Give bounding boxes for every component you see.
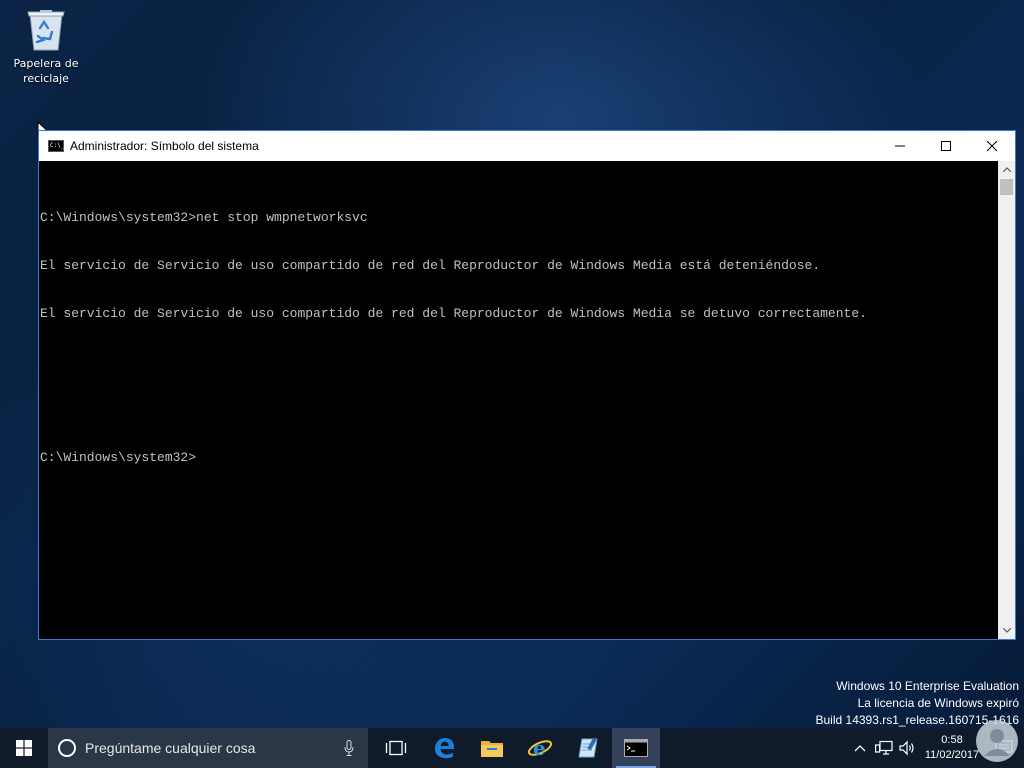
chevron-down-icon xyxy=(1002,628,1011,633)
taskbar: Pregúntame cualquier cosa e 0:58 11/02/2… xyxy=(0,728,1024,768)
window-title: Administrador: Símbolo del sistema xyxy=(70,139,259,153)
internet-explorer-icon: e xyxy=(527,736,553,760)
task-view-button[interactable] xyxy=(372,728,420,768)
notepad-icon xyxy=(578,737,598,758)
network-button[interactable] xyxy=(872,728,896,768)
show-hidden-icons-button[interactable] xyxy=(848,728,872,768)
close-icon xyxy=(987,141,997,151)
maximize-icon xyxy=(941,141,951,151)
minimize-button[interactable] xyxy=(877,131,923,161)
recycle-bin-label: Papelera de reciclaje xyxy=(13,57,79,85)
command-prompt-window[interactable]: C:\_ Administrador: Símbolo del sistema … xyxy=(38,130,1016,640)
edge-browser-icon xyxy=(435,738,454,759)
console-line: El servicio de Servicio de uso compartid… xyxy=(40,258,821,273)
vertical-scrollbar[interactable] xyxy=(998,161,1015,639)
chevron-up-icon xyxy=(1002,167,1011,172)
taskbar-app-file-explorer[interactable] xyxy=(468,728,516,768)
microphone-icon[interactable] xyxy=(344,740,354,756)
start-button[interactable] xyxy=(0,728,48,768)
task-view-icon xyxy=(385,740,407,756)
watermark-license: La licencia de Windows expiró xyxy=(857,696,1019,710)
speaker-icon xyxy=(899,740,914,756)
recycle-bin-icon xyxy=(27,10,65,51)
scroll-thumb[interactable] xyxy=(1000,179,1013,195)
console-output[interactable]: C:\Windows\system32>net stop wmpnetworks… xyxy=(39,161,998,639)
console-line: El servicio de Servicio de uso compartid… xyxy=(40,306,867,321)
maximize-button[interactable] xyxy=(923,131,969,161)
search-box[interactable]: Pregúntame cualquier cosa xyxy=(48,728,368,768)
cortana-icon xyxy=(58,739,76,757)
console-prompt-line: C:\Windows\system32> xyxy=(40,450,197,465)
svg-text:e: e xyxy=(533,736,546,760)
volume-button[interactable] xyxy=(896,728,920,768)
command-prompt-icon xyxy=(624,739,648,757)
scroll-up-button[interactable] xyxy=(998,161,1015,178)
close-button[interactable] xyxy=(969,131,1015,161)
windows-logo-icon xyxy=(16,740,32,756)
taskbar-app-command-prompt[interactable] xyxy=(612,728,660,768)
taskbar-app-edge[interactable] xyxy=(420,728,468,768)
taskbar-app-internet-explorer[interactable]: e xyxy=(516,728,564,768)
cmd-app-icon[interactable]: C:\_ xyxy=(48,140,64,152)
console-line: C:\Windows\system32>net stop wmpnetworks… xyxy=(40,210,368,225)
chevron-up-icon xyxy=(854,744,866,751)
watermark-edition: Windows 10 Enterprise Evaluation xyxy=(836,679,1019,693)
search-placeholder: Pregúntame cualquier cosa xyxy=(85,740,256,756)
scroll-down-button[interactable] xyxy=(998,622,1015,639)
minimize-icon xyxy=(895,145,905,147)
site-logo-icon xyxy=(976,720,1018,762)
taskbar-app-notepad[interactable] xyxy=(564,728,612,768)
desktop-icon-recycle-bin[interactable]: Papelera de reciclaje xyxy=(10,6,82,86)
folder-icon xyxy=(481,741,503,757)
window-titlebar[interactable]: C:\_ Administrador: Símbolo del sistema xyxy=(39,131,1015,161)
network-icon xyxy=(875,740,893,755)
